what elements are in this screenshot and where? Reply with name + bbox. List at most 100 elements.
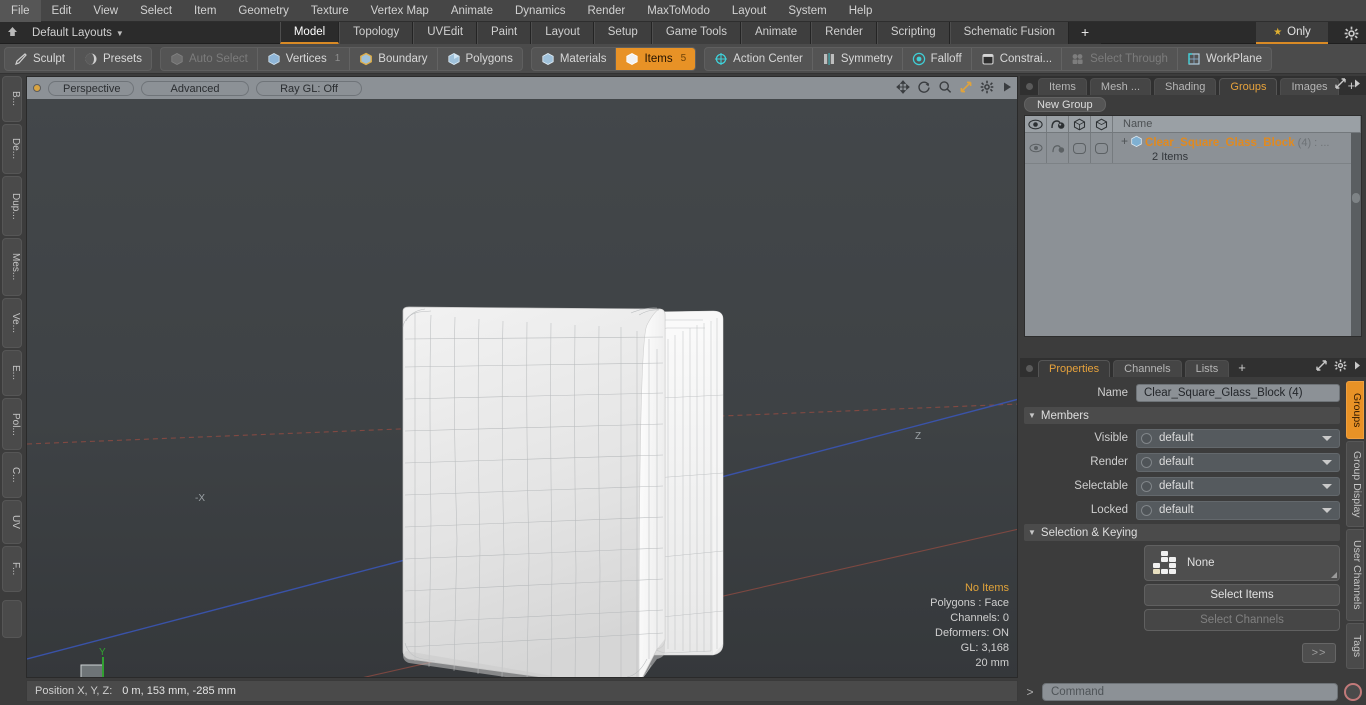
fit-icon[interactable] (959, 80, 973, 97)
table-row[interactable]: + Clear_Square_Glass_Block (4) : ... 2 I… (1025, 133, 1361, 164)
menu-item-geometry[interactable]: Geometry (227, 0, 300, 22)
tab-animate[interactable]: Animate (740, 21, 812, 44)
tab-groups[interactable]: Groups (1219, 78, 1278, 95)
tab-images[interactable]: Images (1280, 78, 1339, 95)
menu-item-render[interactable]: Render (576, 0, 636, 22)
sculpt-button[interactable]: Sculpt (5, 47, 75, 70)
constraint-button[interactable]: Constrai... (972, 47, 1063, 70)
scrollbar-thumb[interactable] (1352, 193, 1360, 203)
menu-item-animate[interactable]: Animate (440, 0, 504, 22)
side-tab-groups[interactable]: Groups (1346, 381, 1364, 439)
row-name-cell[interactable]: + Clear_Square_Glass_Block (4) : ... 2 I… (1113, 133, 1361, 164)
menu-item-edit[interactable]: Edit (41, 0, 83, 22)
more-options-button[interactable]: >> (1302, 643, 1336, 663)
menu-item-view[interactable]: View (82, 0, 129, 22)
menu-item-texture[interactable]: Texture (300, 0, 360, 22)
menu-item-vertex-map[interactable]: Vertex Map (360, 0, 440, 22)
items-button[interactable]: Items 5 (616, 47, 696, 70)
select-channels-button[interactable]: Select Channels (1144, 609, 1340, 631)
tab-model[interactable]: Model (279, 21, 340, 44)
row-lock-toggle[interactable] (1091, 133, 1113, 163)
gear-icon[interactable] (980, 80, 994, 97)
vertices-button[interactable]: Vertices 1 (258, 47, 351, 70)
presets-button[interactable]: Presets (75, 48, 151, 70)
tab-items[interactable]: Items (1038, 78, 1087, 95)
tab-lists[interactable]: Lists (1184, 360, 1230, 377)
tab-scripting[interactable]: Scripting (876, 21, 950, 44)
action-center-button[interactable]: Action Center (705, 47, 813, 70)
left-tab-basic[interactable]: B... (2, 76, 22, 122)
left-tab-polygon[interactable]: Pol... (2, 398, 22, 450)
viewport-projection-button[interactable]: Perspective (48, 80, 134, 96)
materials-button[interactable]: Materials (532, 47, 617, 70)
menu-item-maxtomodo[interactable]: MaxToModo (636, 0, 721, 22)
left-tab-curve[interactable]: C... (2, 452, 22, 498)
move-icon[interactable] (896, 80, 910, 97)
tab-channels[interactable]: Channels (1113, 360, 1182, 377)
side-tab-tags[interactable]: Tags (1346, 623, 1364, 669)
left-tab-vertex[interactable]: Ve... (2, 298, 22, 348)
tab-uvedit[interactable]: UVEdit (413, 21, 478, 44)
left-tab-deform[interactable]: De... (2, 124, 22, 174)
tab-mesh[interactable]: Mesh ... (1089, 78, 1152, 95)
row-render-toggle[interactable] (1047, 133, 1069, 163)
3d-viewport[interactable]: Perspective Advanced Ray GL: Off -X Z Y … (26, 76, 1018, 678)
command-input[interactable]: Command (1042, 683, 1338, 701)
menu-item-item[interactable]: Item (183, 0, 227, 22)
auto-select-button[interactable]: Auto Select (161, 47, 258, 70)
row-selectable-toggle[interactable] (1069, 133, 1091, 163)
only-toggle-button[interactable]: ★ Only (1256, 22, 1328, 44)
side-tab-group-display[interactable]: Group Display (1346, 441, 1364, 527)
falloff-button[interactable]: Falloff (903, 47, 972, 70)
tab-paint[interactable]: Paint (477, 21, 532, 44)
home-icon[interactable] (0, 25, 24, 41)
record-icon[interactable] (1344, 683, 1362, 701)
group-list-scrollbar[interactable] (1351, 133, 1361, 336)
left-tab-uv[interactable]: UV (2, 500, 22, 544)
left-tab-extra[interactable] (2, 600, 22, 638)
viewport-state-dot[interactable] (33, 84, 41, 92)
menu-item-help[interactable]: Help (838, 0, 884, 22)
chevron-right-icon[interactable] (1353, 360, 1362, 374)
column-cube-outline-icon[interactable] (1091, 116, 1113, 132)
keying-set-button[interactable]: None (1144, 545, 1340, 581)
tab-game-tools[interactable]: Game Tools (651, 21, 741, 44)
left-tab-mesh[interactable]: Mes... (2, 238, 22, 296)
menu-item-dynamics[interactable]: Dynamics (504, 0, 576, 22)
column-render-icon[interactable] (1047, 116, 1069, 132)
menu-item-select[interactable]: Select (129, 0, 183, 22)
boundary-button[interactable]: Boundary (350, 47, 438, 70)
tab-topology[interactable]: Topology (339, 21, 414, 44)
select-items-button[interactable]: Select Items (1144, 584, 1340, 606)
expand-icon[interactable] (1315, 359, 1328, 375)
row-eye-toggle[interactable] (1025, 133, 1047, 163)
gear-icon[interactable] (1342, 24, 1360, 42)
workplane-button[interactable]: WorkPlane (1178, 48, 1271, 70)
tab-layout[interactable]: Layout (531, 21, 594, 44)
menu-item-system[interactable]: System (777, 0, 837, 22)
tab-render[interactable]: Render (811, 21, 877, 44)
members-section-header[interactable]: ▼ Members (1024, 407, 1340, 424)
add-properties-tab-button[interactable]: + (1232, 360, 1252, 377)
column-cube-icon[interactable] (1069, 116, 1091, 132)
left-tab-fusion[interactable]: F... (2, 546, 22, 592)
gear-icon[interactable] (1334, 359, 1347, 375)
left-tab-edge[interactable]: E... (2, 350, 22, 396)
menu-item-file[interactable]: File (0, 0, 41, 22)
viewport-raygl-button[interactable]: Ray GL: Off (256, 80, 362, 96)
selectable-dropdown[interactable]: default (1136, 476, 1340, 496)
panel-menu-dot-icon[interactable] (1026, 83, 1033, 90)
locked-dropdown[interactable]: default (1136, 500, 1340, 520)
zoom-icon[interactable] (938, 80, 952, 97)
menu-item-layout[interactable]: Layout (721, 0, 778, 22)
side-tab-user-channels[interactable]: User Channels (1346, 529, 1364, 621)
tab-schematic-fusion[interactable]: Schematic Fusion (949, 21, 1070, 44)
name-field[interactable]: Clear_Square_Glass_Block (4) (1136, 384, 1340, 402)
expand-icon[interactable] (1334, 77, 1347, 93)
properties-menu-dot-icon[interactable] (1026, 365, 1033, 372)
row-expander[interactable]: + (1121, 135, 1128, 148)
left-tab-duplicate[interactable]: Dup... (2, 176, 22, 236)
tab-setup[interactable]: Setup (593, 21, 652, 44)
rotate-icon[interactable] (917, 80, 931, 97)
viewport-canvas[interactable]: -X Z Y Z X No Items Polygons : Face Chan… (27, 99, 1017, 677)
